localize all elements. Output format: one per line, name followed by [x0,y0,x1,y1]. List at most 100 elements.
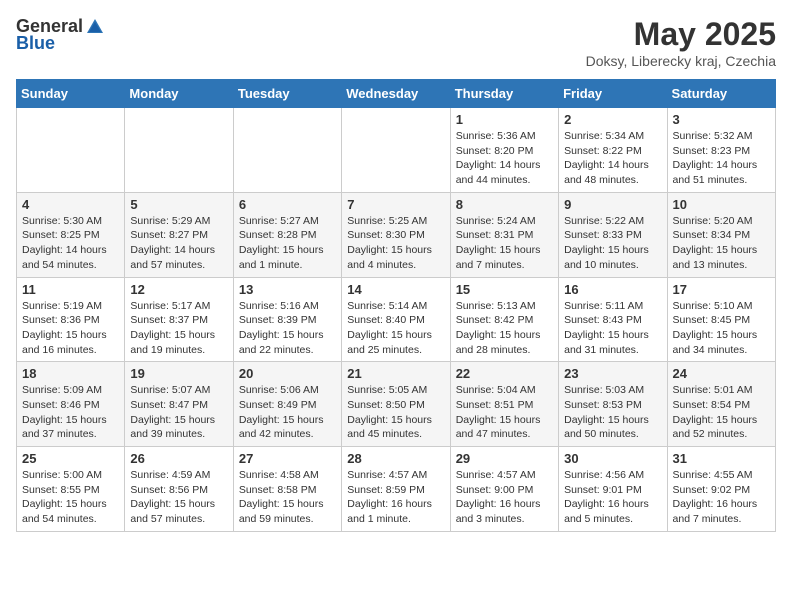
calendar-cell: 14 Sunrise: 5:14 AM Sunset: 8:40 PM Dayli… [342,277,450,362]
day-info: Sunrise: 5:10 AM Sunset: 8:45 PM Dayligh… [673,299,770,358]
calendar-cell: 17 Sunrise: 5:10 AM Sunset: 8:45 PM Dayli… [667,277,775,362]
page-header: General Blue May 2025 Doksy, Liberecky k… [16,16,776,69]
day-number: 11 [22,282,119,297]
day-number: 18 [22,366,119,381]
calendar-cell [125,108,233,193]
calendar-cell: 27 Sunrise: 4:58 AM Sunset: 8:58 PM Dayli… [233,447,341,532]
day-number: 13 [239,282,336,297]
calendar-cell: 6 Sunrise: 5:27 AM Sunset: 8:28 PM Daylig… [233,192,341,277]
calendar-cell [342,108,450,193]
calendar-cell: 31Sunrise: 4:55 AM Sunset: 9:02 PM Dayli… [667,447,775,532]
day-info: Sunrise: 5:04 AM Sunset: 8:51 PM Dayligh… [456,383,553,442]
calendar-cell: 7 Sunrise: 5:25 AM Sunset: 8:30 PM Daylig… [342,192,450,277]
day-of-week-header: Friday [559,80,667,108]
day-number: 25 [22,451,119,466]
day-info: Sunrise: 5:17 AM Sunset: 8:37 PM Dayligh… [130,299,227,358]
day-number: 19 [130,366,227,381]
day-info: Sunrise: 5:29 AM Sunset: 8:27 PM Dayligh… [130,214,227,273]
day-number: 29 [456,451,553,466]
day-info: Sunrise: 5:00 AM Sunset: 8:55 PM Dayligh… [22,468,119,527]
day-number: 22 [456,366,553,381]
day-info: Sunrise: 5:19 AM Sunset: 8:36 PM Dayligh… [22,299,119,358]
calendar-cell: 18 Sunrise: 5:09 AM Sunset: 8:46 PM Dayli… [17,362,125,447]
calendar-cell: 16 Sunrise: 5:11 AM Sunset: 8:43 PM Dayli… [559,277,667,362]
calendar-week-row: 18 Sunrise: 5:09 AM Sunset: 8:46 PM Dayli… [17,362,776,447]
day-info: Sunrise: 5:03 AM Sunset: 8:53 PM Dayligh… [564,383,661,442]
day-info: Sunrise: 5:16 AM Sunset: 8:39 PM Dayligh… [239,299,336,358]
day-info: Sunrise: 4:57 AM Sunset: 9:00 PM Dayligh… [456,468,553,527]
calendar-cell: 21 Sunrise: 5:05 AM Sunset: 8:50 PM Dayli… [342,362,450,447]
calendar-cell: 20 Sunrise: 5:06 AM Sunset: 8:49 PM Dayli… [233,362,341,447]
calendar-cell: 4Sunrise: 5:30 AM Sunset: 8:25 PM Daylig… [17,192,125,277]
day-number: 16 [564,282,661,297]
day-info: Sunrise: 5:09 AM Sunset: 8:46 PM Dayligh… [22,383,119,442]
day-number: 27 [239,451,336,466]
day-number: 28 [347,451,444,466]
day-info: Sunrise: 5:06 AM Sunset: 8:49 PM Dayligh… [239,383,336,442]
day-info: Sunrise: 5:36 AM Sunset: 8:20 PM Dayligh… [456,129,553,188]
day-number: 20 [239,366,336,381]
calendar-cell: 11 Sunrise: 5:19 AM Sunset: 8:36 PM Dayli… [17,277,125,362]
day-number: 12 [130,282,227,297]
day-number: 2 [564,112,661,127]
day-info: Sunrise: 5:22 AM Sunset: 8:33 PM Dayligh… [564,214,661,273]
calendar-cell: 22 Sunrise: 5:04 AM Sunset: 8:51 PM Dayli… [450,362,558,447]
calendar-cell [233,108,341,193]
location-subtitle: Doksy, Liberecky kraj, Czechia [586,53,776,69]
day-info: Sunrise: 5:25 AM Sunset: 8:30 PM Dayligh… [347,214,444,273]
calendar-cell: 10 Sunrise: 5:20 AM Sunset: 8:34 PM Dayli… [667,192,775,277]
day-number: 17 [673,282,770,297]
day-number: 3 [673,112,770,127]
calendar-cell: 24Sunrise: 5:01 AM Sunset: 8:54 PM Dayli… [667,362,775,447]
day-of-week-header: Wednesday [342,80,450,108]
logo-blue-text: Blue [16,33,55,54]
day-number: 31 [673,451,770,466]
day-of-week-header: Sunday [17,80,125,108]
day-info: Sunrise: 5:32 AM Sunset: 8:23 PM Dayligh… [673,129,770,188]
calendar-cell: 2Sunrise: 5:34 AM Sunset: 8:22 PM Daylig… [559,108,667,193]
day-info: Sunrise: 5:11 AM Sunset: 8:43 PM Dayligh… [564,299,661,358]
day-number: 24 [673,366,770,381]
calendar-week-row: 11 Sunrise: 5:19 AM Sunset: 8:36 PM Dayli… [17,277,776,362]
day-info: Sunrise: 5:13 AM Sunset: 8:42 PM Dayligh… [456,299,553,358]
calendar-cell: 5 Sunrise: 5:29 AM Sunset: 8:27 PM Daylig… [125,192,233,277]
calendar-table: SundayMondayTuesdayWednesdayThursdayFrid… [16,79,776,532]
calendar-cell: 12 Sunrise: 5:17 AM Sunset: 8:37 PM Dayli… [125,277,233,362]
calendar-cell: 19 Sunrise: 5:07 AM Sunset: 8:47 PM Dayli… [125,362,233,447]
day-number: 14 [347,282,444,297]
calendar-cell: 9 Sunrise: 5:22 AM Sunset: 8:33 PM Daylig… [559,192,667,277]
day-number: 7 [347,197,444,212]
calendar-week-row: 4Sunrise: 5:30 AM Sunset: 8:25 PM Daylig… [17,192,776,277]
calendar-cell [17,108,125,193]
day-number: 26 [130,451,227,466]
day-info: Sunrise: 5:05 AM Sunset: 8:50 PM Dayligh… [347,383,444,442]
day-number: 21 [347,366,444,381]
day-info: Sunrise: 5:14 AM Sunset: 8:40 PM Dayligh… [347,299,444,358]
title-block: May 2025 Doksy, Liberecky kraj, Czechia [586,16,776,69]
day-info: Sunrise: 4:58 AM Sunset: 8:58 PM Dayligh… [239,468,336,527]
day-info: Sunrise: 5:07 AM Sunset: 8:47 PM Dayligh… [130,383,227,442]
calendar-cell: 26Sunrise: 4:59 AM Sunset: 8:56 PM Dayli… [125,447,233,532]
calendar-week-row: 25 Sunrise: 5:00 AM Sunset: 8:55 PM Dayli… [17,447,776,532]
day-info: Sunrise: 4:57 AM Sunset: 8:59 PM Dayligh… [347,468,444,527]
calendar-week-row: 1Sunrise: 5:36 AM Sunset: 8:20 PM Daylig… [17,108,776,193]
day-number: 15 [456,282,553,297]
day-of-week-header: Saturday [667,80,775,108]
logo-icon [85,17,105,37]
day-info: Sunrise: 5:20 AM Sunset: 8:34 PM Dayligh… [673,214,770,273]
day-info: Sunrise: 5:24 AM Sunset: 8:31 PM Dayligh… [456,214,553,273]
day-number: 6 [239,197,336,212]
day-number: 5 [130,197,227,212]
calendar-cell: 15 Sunrise: 5:13 AM Sunset: 8:42 PM Dayli… [450,277,558,362]
day-number: 10 [673,197,770,212]
day-info: Sunrise: 5:27 AM Sunset: 8:28 PM Dayligh… [239,214,336,273]
day-of-week-header: Monday [125,80,233,108]
day-of-week-header: Tuesday [233,80,341,108]
day-number: 4 [22,197,119,212]
calendar-cell: 29 Sunrise: 4:57 AM Sunset: 9:00 PM Dayli… [450,447,558,532]
calendar-cell: 13 Sunrise: 5:16 AM Sunset: 8:39 PM Dayli… [233,277,341,362]
day-number: 23 [564,366,661,381]
day-number: 9 [564,197,661,212]
calendar-cell: 1Sunrise: 5:36 AM Sunset: 8:20 PM Daylig… [450,108,558,193]
calendar-cell: 8Sunrise: 5:24 AM Sunset: 8:31 PM Daylig… [450,192,558,277]
